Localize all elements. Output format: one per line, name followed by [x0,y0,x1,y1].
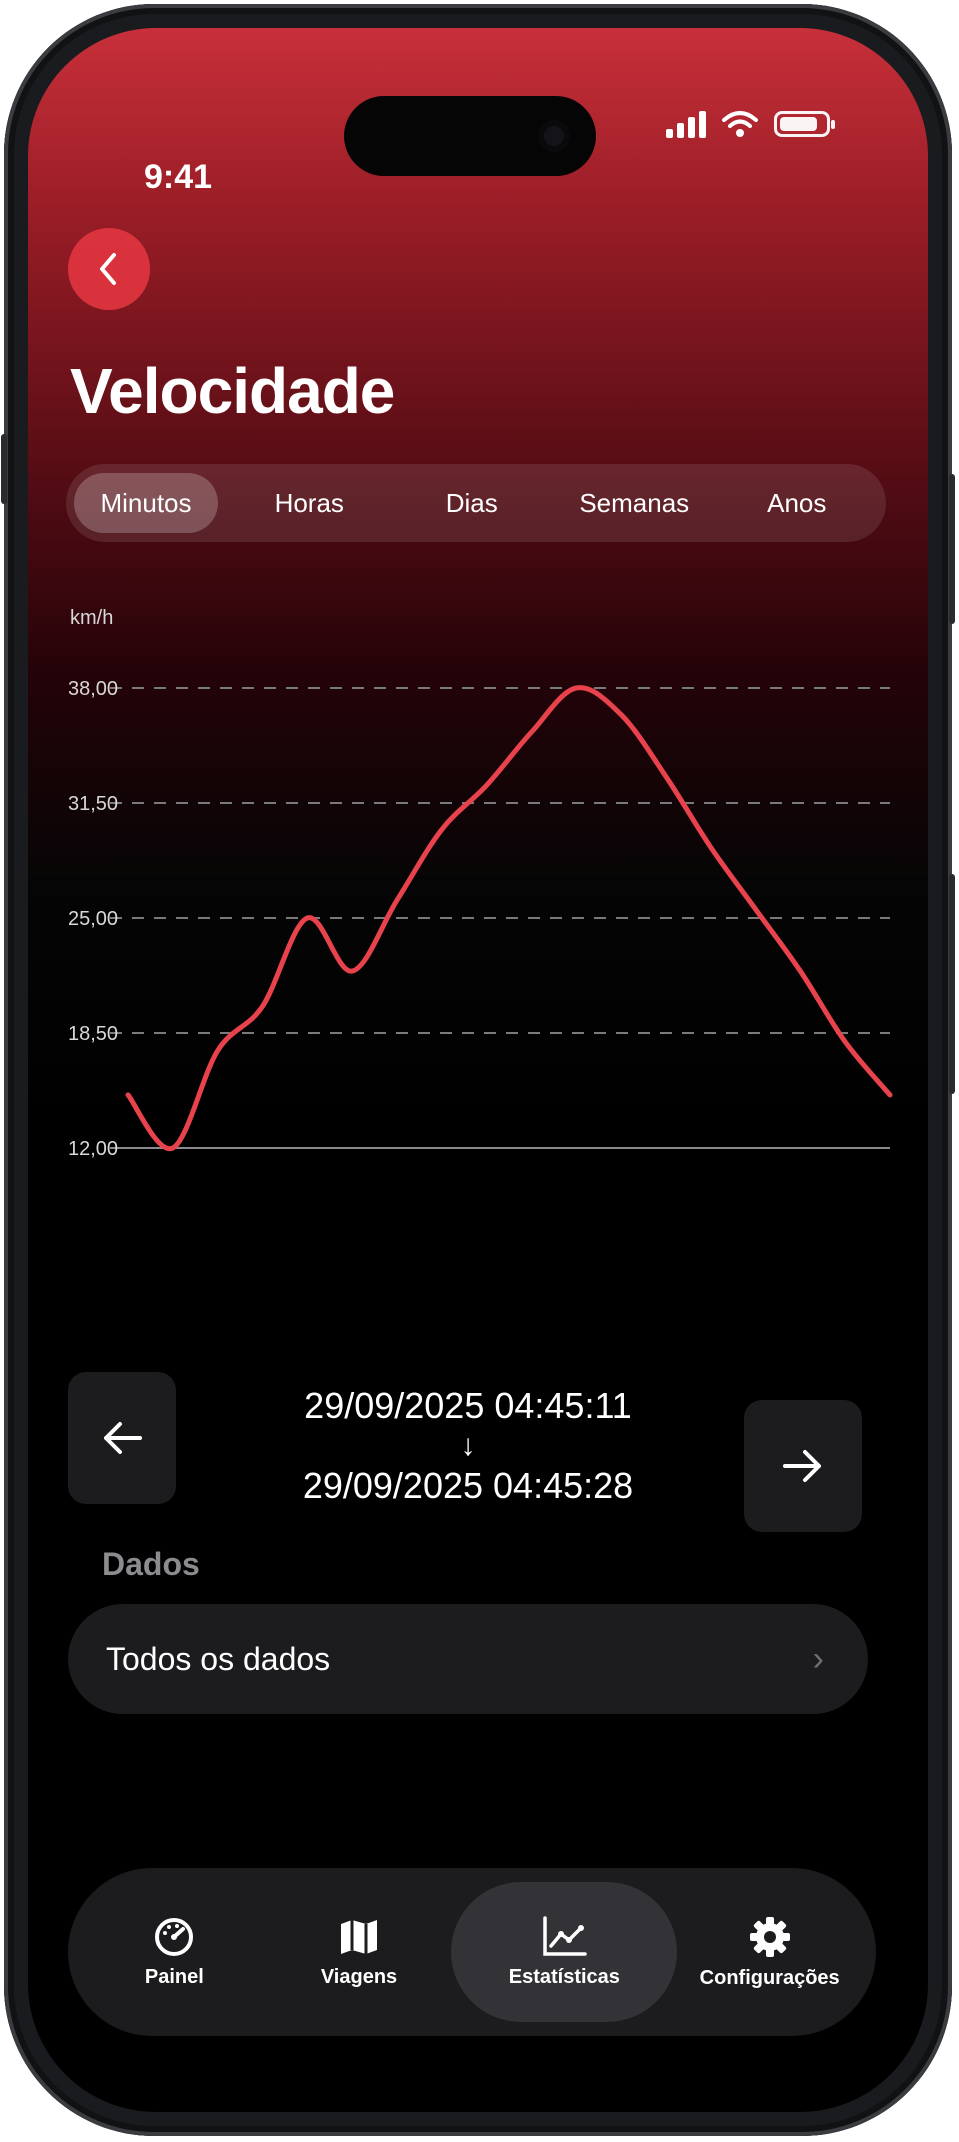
segment-anos[interactable]: Anos [716,473,879,533]
all-data-row[interactable]: Todos os dados › [68,1604,868,1714]
next-range-button[interactable] [744,1400,862,1532]
range-arrow: ↓ [460,1429,476,1462]
map-icon [341,1919,377,1954]
camera-icon [538,120,570,152]
segment-dias[interactable]: Dias [391,473,554,533]
y-tick-label: 31,50 [68,793,118,815]
range-end: 29/09/2025 04:45:28 [302,1465,634,1506]
segment-minutos[interactable]: Minutos [74,473,218,533]
chevron-left-icon [100,253,116,285]
period-segmented-control: Minutos Horas Dias Semanas Anos [66,464,886,542]
date-range: 29/09/2025 04:45:11 ↓ 29/09/2025 04:45:2… [218,1384,718,1508]
phone-frame: 9:41 Velocidade Minutos Horas Dias Seman… [1,4,955,2136]
speed-chart: km/h 38,00 31,50 25,00 18,50 12,00 [68,607,893,1160]
segment-semanas[interactable]: Semanas [553,473,716,533]
arrow-right-icon [783,1450,821,1482]
tab-painel[interactable]: Painel [82,1882,267,2022]
tab-label: Painel [144,1965,204,1988]
previous-range-button[interactable] [68,1372,176,1504]
y-tick-label: 38,00 [68,678,118,700]
gear-icon [749,1916,790,1957]
arrow-left-icon [104,1422,142,1454]
tab-viagens[interactable]: Viagens [267,1882,452,2022]
range-start: 29/09/2025 04:45:11 [304,1385,632,1426]
status-icons [666,110,835,138]
wifi-icon [722,111,758,137]
y-axis-unit: km/h [70,607,113,629]
side-button [949,474,955,624]
tab-label: Estatísticas [508,1965,620,1988]
page-title: Velocidade [70,355,395,427]
dynamic-island [344,96,596,176]
section-title: Dados [102,1546,200,1582]
all-data-label: Todos os dados [106,1640,331,1677]
signal-icon [666,110,706,138]
tab-label: Viagens [320,1965,398,1988]
back-button[interactable] [68,228,150,310]
chevron-right-icon: › [812,1639,824,1678]
side-button [949,874,955,1094]
tab-configuracoes[interactable]: Configurações [677,1882,862,2022]
side-button [1,434,7,504]
status-time: 9:41 [144,158,213,196]
speedometer-icon [155,1917,194,1956]
y-tick-label: 12,00 [68,1138,118,1160]
tab-bar: Painel Viagens Estatísticas Configuraçõe… [68,1868,876,2036]
segment-horas[interactable]: Horas [228,473,391,533]
screen: 9:41 Velocidade Minutos Horas Dias Seman… [28,28,928,2112]
y-tick-label: 18,50 [68,1023,118,1045]
y-tick-label: 25,00 [68,908,118,930]
tab-estatisticas[interactable]: Estatísticas [451,1882,678,2022]
line-chart-icon [543,1915,588,1956]
tab-label: Configurações [699,1966,840,1989]
battery-icon [774,111,835,137]
